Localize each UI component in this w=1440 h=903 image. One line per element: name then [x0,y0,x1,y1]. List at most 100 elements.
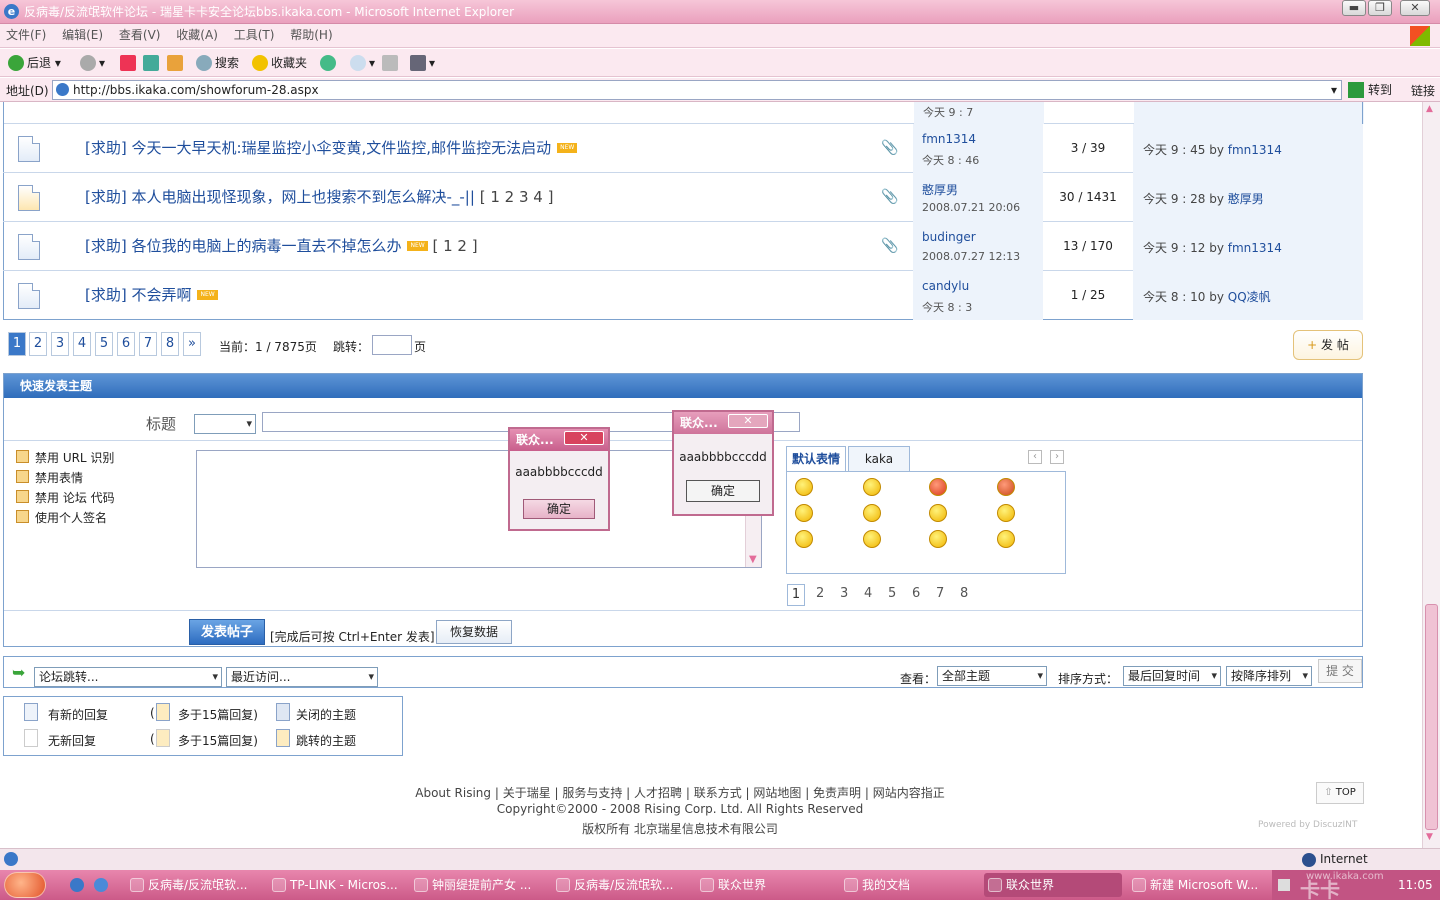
smiley-icon[interactable] [997,530,1015,548]
taskbar-item[interactable]: 钟丽缇提前产女 ... [410,873,546,897]
smilies-page[interactable]: 5 [888,586,896,601]
refresh-button[interactable] [143,53,162,73]
smiley-icon[interactable] [863,478,881,496]
checkbox-disable-smilies[interactable] [16,470,29,483]
last-post-user[interactable]: QQ凌帆 [1228,290,1271,304]
scrollbar-thumb[interactable] [1425,604,1438,830]
cool-smiley-icon[interactable] [795,530,813,548]
scroll-up-icon[interactable]: ▲ [1426,104,1433,114]
edit-button[interactable]: ▾ [410,53,435,73]
close-button[interactable]: ✕ [1400,0,1430,16]
search-button[interactable]: 搜索 [196,53,239,73]
keyboard-icon[interactable] [1278,879,1290,891]
links-button[interactable]: 链接 [1411,82,1435,99]
menu-edit[interactable]: 编辑(E) [56,24,109,47]
title-type-select[interactable] [194,414,256,434]
smiley-icon[interactable] [929,530,947,548]
smiley-icon[interactable] [997,504,1015,522]
last-post-user[interactable]: fmn1314 [1228,241,1282,255]
page-scrollbar[interactable]: ▲ ▼ [1422,102,1440,848]
menu-file[interactable]: 文件(F) [0,24,52,47]
order-select[interactable]: 按降序排列 [1226,666,1312,686]
dialog-ok-button[interactable]: 确定 [686,480,760,502]
last-post-user[interactable]: 憨厚男 [1228,192,1264,206]
tab-kaka[interactable]: kaka [848,446,910,472]
forward-button[interactable]: ▾ [80,53,105,73]
checkbox-disable-url[interactable] [16,450,29,463]
page-link[interactable]: 2 [29,332,47,356]
sort-select[interactable]: 最后回复时间 [1123,666,1221,686]
table-row[interactable]: [求助] 各位我的电脑上的病毒一直去不掉怎么办 NEW [ 1 2 ] 📎 bud… [3,222,1363,271]
thread-title[interactable]: [求助] 各位我的电脑上的病毒一直去不掉怎么办 [85,237,401,255]
smilies-page[interactable]: 6 [912,586,920,601]
submit-filter-button[interactable]: 提 交 [1318,659,1362,683]
jump-page-input[interactable] [372,335,412,355]
thread-title[interactable]: [求助] 本人电脑出现怪现象，网上也搜索不到怎么解决-_-|| [85,188,475,206]
table-row[interactable]: [求助] 本人电脑出现怪现象，网上也搜索不到怎么解决-_-|| [ 1 2 3 … [3,173,1363,222]
page-link-current[interactable]: 1 [8,332,26,356]
taskbar-item-active[interactable]: 联众世界 [984,873,1122,897]
address-input[interactable]: http://bbs.ikaka.com/showforum-28.aspx ▾ [52,80,1342,100]
menu-tools[interactable]: 工具(T) [228,24,281,47]
back-button[interactable]: 后退 ▾ [8,53,61,73]
taskbar-item[interactable]: 反病毒/反流氓软... [126,873,262,897]
home-button[interactable] [167,53,186,73]
print-button[interactable] [382,53,401,73]
page-links[interactable]: [ 1 2 ] [432,237,477,255]
author-link[interactable]: budinger [922,230,976,244]
menu-view[interactable]: 查看(V) [113,24,167,47]
grin-smiley-icon[interactable] [863,504,881,522]
smilies-page[interactable]: 2 [816,586,824,601]
smilies-page[interactable]: 3 [840,586,848,601]
smilies-page[interactable]: 4 [864,586,872,601]
page-link[interactable]: 7 [139,332,157,356]
maximize-button[interactable]: ❐ [1368,0,1392,16]
page-link[interactable]: 4 [73,332,91,356]
taskbar-item[interactable]: TP-LINK - Micros... [268,873,404,897]
thread-title[interactable]: [求助] 不会弄啊 [85,286,191,304]
view-select[interactable]: 全部主题 [937,666,1047,686]
quicklaunch-ie-icon[interactable] [70,878,84,892]
page-links[interactable]: [ 1 2 3 4 ] [480,188,554,206]
restore-data-button[interactable]: 恢复数据 [436,620,512,644]
scroll-down-icon[interactable]: ▼ [1426,832,1433,842]
checkbox-use-signature[interactable] [16,510,29,523]
thread-title[interactable]: [求助] 今天一大早天机:瑞星监控小伞变黄,文件监控,邮件监控无法启动 [85,139,551,157]
table-row[interactable]: [求助] 今天一大早天机:瑞星监控小伞变黄,文件监控,邮件监控无法启动 NEW 📎… [3,124,1363,173]
forum-jump-select[interactable]: 论坛跳转... [34,667,222,687]
smiley-icon[interactable] [795,504,813,522]
author-link[interactable]: fmn1314 [922,132,976,146]
mail-button[interactable]: ▾ [350,53,375,73]
dialog-close-button[interactable]: ✕ [564,431,604,445]
quicklaunch-browser-icon[interactable] [94,878,108,892]
smiley-icon[interactable] [997,478,1015,496]
tab-default-smilies[interactable]: 默认表情 [786,446,846,472]
page-link[interactable]: 5 [95,332,113,356]
smiley-icon[interactable] [863,530,881,548]
page-link[interactable]: 3 [51,332,69,356]
checkbox-disable-bbcode[interactable] [16,490,29,503]
taskbar-item[interactable]: 我的文档 [840,873,976,897]
smilies-prev-button[interactable]: ‹ [1028,450,1042,464]
smiley-icon[interactable] [795,478,813,496]
page-link[interactable]: 6 [117,332,135,356]
next-page-link[interactable]: » [183,332,201,356]
stop-button[interactable] [120,53,139,73]
taskbar-item[interactable]: 联众世界 [696,873,832,897]
footer-links[interactable]: About Rising | 关于瑞星 | 服务与支持 | 人才招聘 | 联系方… [0,784,1360,801]
dialog-close-button[interactable]: ✕ [728,414,768,428]
menu-help[interactable]: 帮助(H) [284,24,338,47]
smiley-icon[interactable] [929,504,947,522]
taskbar-item[interactable]: 反病毒/反流氓软... [552,873,688,897]
author-link[interactable]: 憨厚男 [922,181,958,198]
smilies-next-button[interactable]: › [1050,450,1064,464]
start-button[interactable] [4,872,46,898]
go-button[interactable]: 转到 [1348,81,1392,98]
last-post-user[interactable]: fmn1314 [1228,143,1282,157]
author-link[interactable]: candylu [922,279,969,293]
history-button[interactable] [320,53,339,73]
smilies-page[interactable]: 8 [960,586,968,601]
page-link[interactable]: 8 [161,332,179,356]
minimize-button[interactable]: ▬ [1342,0,1366,16]
dialog-ok-button[interactable]: 确定 [523,499,595,519]
